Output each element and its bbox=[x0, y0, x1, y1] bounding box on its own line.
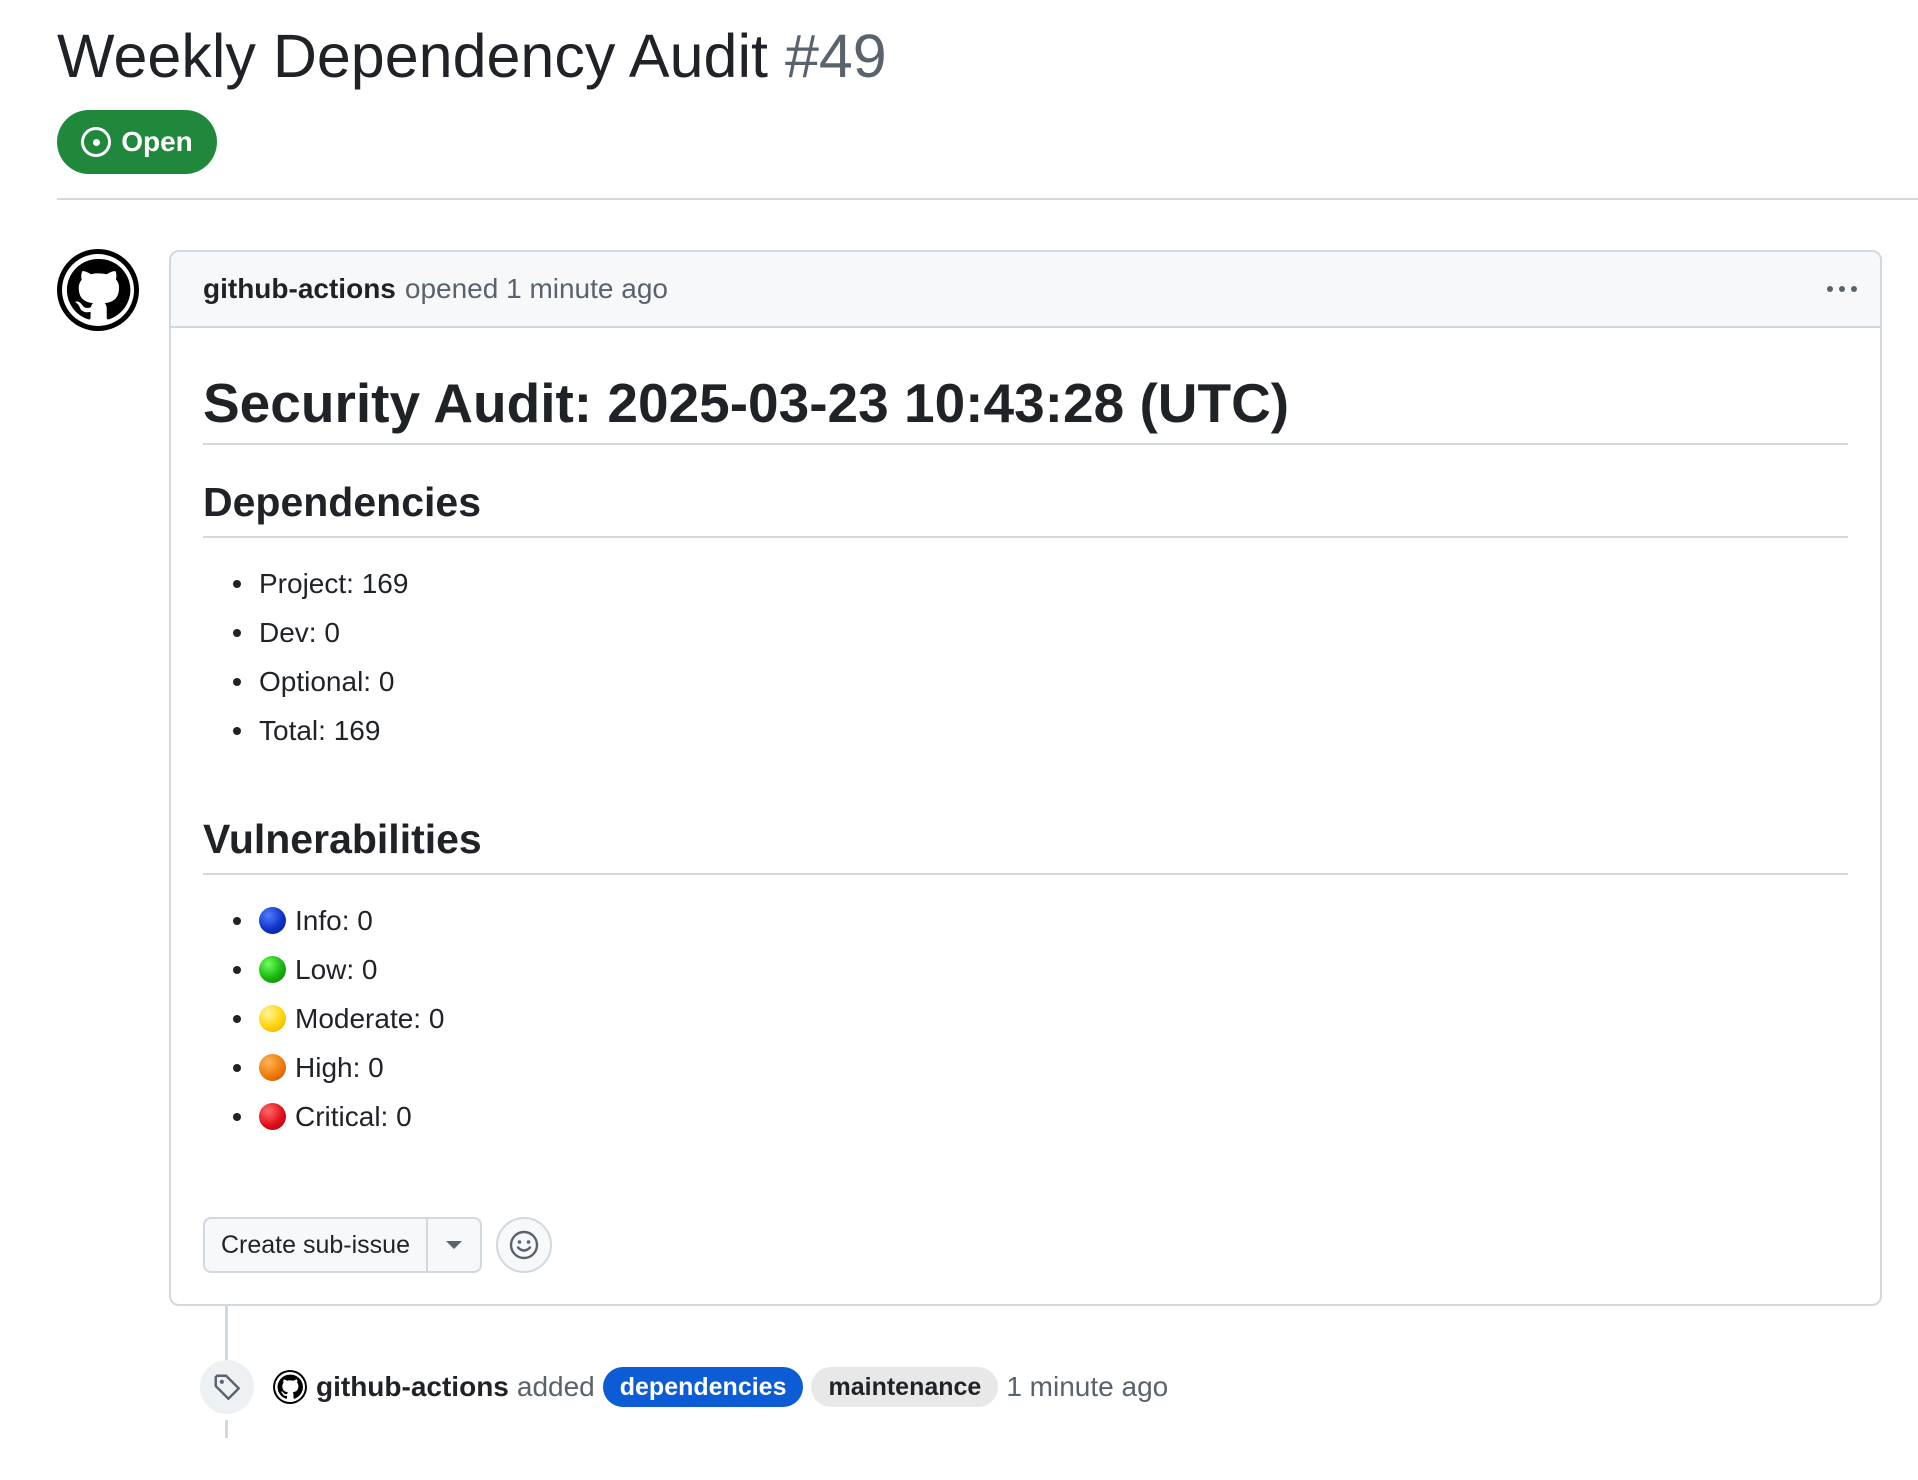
label-event: github-actions added dependencies mainte… bbox=[273, 1362, 1168, 1412]
comment-author-link[interactable]: github-actions bbox=[203, 273, 396, 305]
issue-state-label: Open bbox=[121, 126, 193, 157]
bullet bbox=[233, 966, 241, 974]
list-item: Low: 0 bbox=[203, 945, 444, 994]
github-mark-icon bbox=[275, 1372, 305, 1402]
event-author-avatar[interactable] bbox=[273, 1370, 307, 1404]
event-author-link[interactable]: github-actions bbox=[316, 1371, 509, 1403]
label-dependencies[interactable]: dependencies bbox=[602, 1367, 804, 1407]
kebab-dot bbox=[1827, 286, 1833, 292]
yellow-circle-icon bbox=[259, 1005, 286, 1032]
comment-options-button[interactable] bbox=[1822, 272, 1862, 306]
issue-title: Weekly Dependency Audit #49 bbox=[57, 18, 887, 94]
dependency-project: Project: 169 bbox=[259, 568, 409, 599]
author-avatar[interactable] bbox=[57, 249, 139, 331]
event-timestamp[interactable]: 1 minute ago bbox=[1006, 1371, 1168, 1403]
list-item: Moderate: 0 bbox=[203, 994, 444, 1043]
dependency-optional: Optional: 0 bbox=[259, 666, 395, 697]
bullet bbox=[233, 917, 241, 925]
vulnerabilities-rule bbox=[203, 873, 1848, 875]
list-item: Critical: 0 bbox=[203, 1092, 444, 1141]
vulnerability-info: Info: 0 bbox=[295, 905, 373, 936]
label-maintenance[interactable]: maintenance bbox=[811, 1367, 999, 1407]
issue-open-icon bbox=[81, 127, 112, 157]
comment-timestamp[interactable]: opened 1 minute ago bbox=[405, 273, 668, 305]
vulnerability-moderate: Moderate: 0 bbox=[295, 1003, 445, 1034]
audit-heading: Security Audit: 2025-03-23 10:43:28 (UTC… bbox=[203, 372, 1290, 434]
timeline-line bbox=[225, 1420, 228, 1438]
vulnerability-critical: Critical: 0 bbox=[295, 1101, 412, 1132]
issue-number: #49 bbox=[784, 22, 887, 90]
issue-page: Weekly Dependency Audit #49 Open github-… bbox=[0, 0, 1918, 1480]
dependency-dev: Dev: 0 bbox=[259, 617, 340, 648]
create-sub-issue-button[interactable]: Create sub-issue bbox=[205, 1219, 428, 1271]
list-item: Project: 169 bbox=[203, 559, 408, 608]
orange-circle-icon bbox=[259, 1054, 286, 1081]
issue-title-text: Weekly Dependency Audit bbox=[57, 22, 768, 90]
dependencies-heading: Dependencies bbox=[203, 479, 481, 525]
create-sub-issue-split-button: Create sub-issue bbox=[203, 1217, 482, 1273]
heading-rule bbox=[203, 443, 1848, 445]
triangle-down-icon bbox=[445, 1241, 462, 1249]
dependencies-rule bbox=[203, 536, 1848, 538]
bullet bbox=[233, 580, 241, 588]
comment-actions: Create sub-issue bbox=[203, 1217, 552, 1273]
bullet bbox=[233, 629, 241, 637]
comment-header: github-actions opened 1 minute ago bbox=[171, 252, 1880, 328]
kebab-dot bbox=[1839, 286, 1845, 292]
vulnerability-high: High: 0 bbox=[295, 1052, 384, 1083]
event-verb: added bbox=[516, 1371, 595, 1402]
bullet bbox=[233, 1064, 241, 1072]
blue-circle-icon bbox=[259, 907, 286, 934]
green-circle-icon bbox=[259, 956, 286, 983]
dependency-total: Total: 169 bbox=[259, 715, 381, 746]
create-sub-issue-dropdown[interactable] bbox=[428, 1219, 480, 1271]
github-mark-icon bbox=[62, 254, 134, 326]
list-item: High: 0 bbox=[203, 1043, 444, 1092]
vulnerabilities-heading: Vulnerabilities bbox=[203, 816, 482, 862]
bullet bbox=[233, 678, 241, 686]
kebab-dot bbox=[1851, 286, 1857, 292]
list-item: Info: 0 bbox=[203, 896, 444, 945]
add-reaction-button[interactable] bbox=[495, 1217, 552, 1273]
list-item: Optional: 0 bbox=[203, 657, 408, 706]
issue-state-badge: Open bbox=[57, 110, 217, 174]
dependencies-list: Project: 169 Dev: 0 Optional: 0 Total: 1… bbox=[203, 559, 408, 755]
list-item: Total: 169 bbox=[203, 706, 408, 755]
timeline-line bbox=[225, 1306, 228, 1366]
vulnerabilities-list: Info: 0 Low: 0 Moderate: 0 High: 0 Criti… bbox=[203, 896, 444, 1141]
smiley-icon bbox=[509, 1230, 539, 1260]
vulnerability-low: Low: 0 bbox=[295, 954, 378, 985]
red-circle-icon bbox=[259, 1103, 286, 1130]
bullet bbox=[233, 1113, 241, 1121]
bullet bbox=[233, 1015, 241, 1023]
list-item: Dev: 0 bbox=[203, 608, 408, 657]
bullet bbox=[233, 727, 241, 735]
issue-body-comment: github-actions opened 1 minute ago Secur… bbox=[169, 250, 1882, 1306]
tag-icon bbox=[200, 1360, 254, 1414]
header-divider bbox=[57, 198, 1918, 200]
